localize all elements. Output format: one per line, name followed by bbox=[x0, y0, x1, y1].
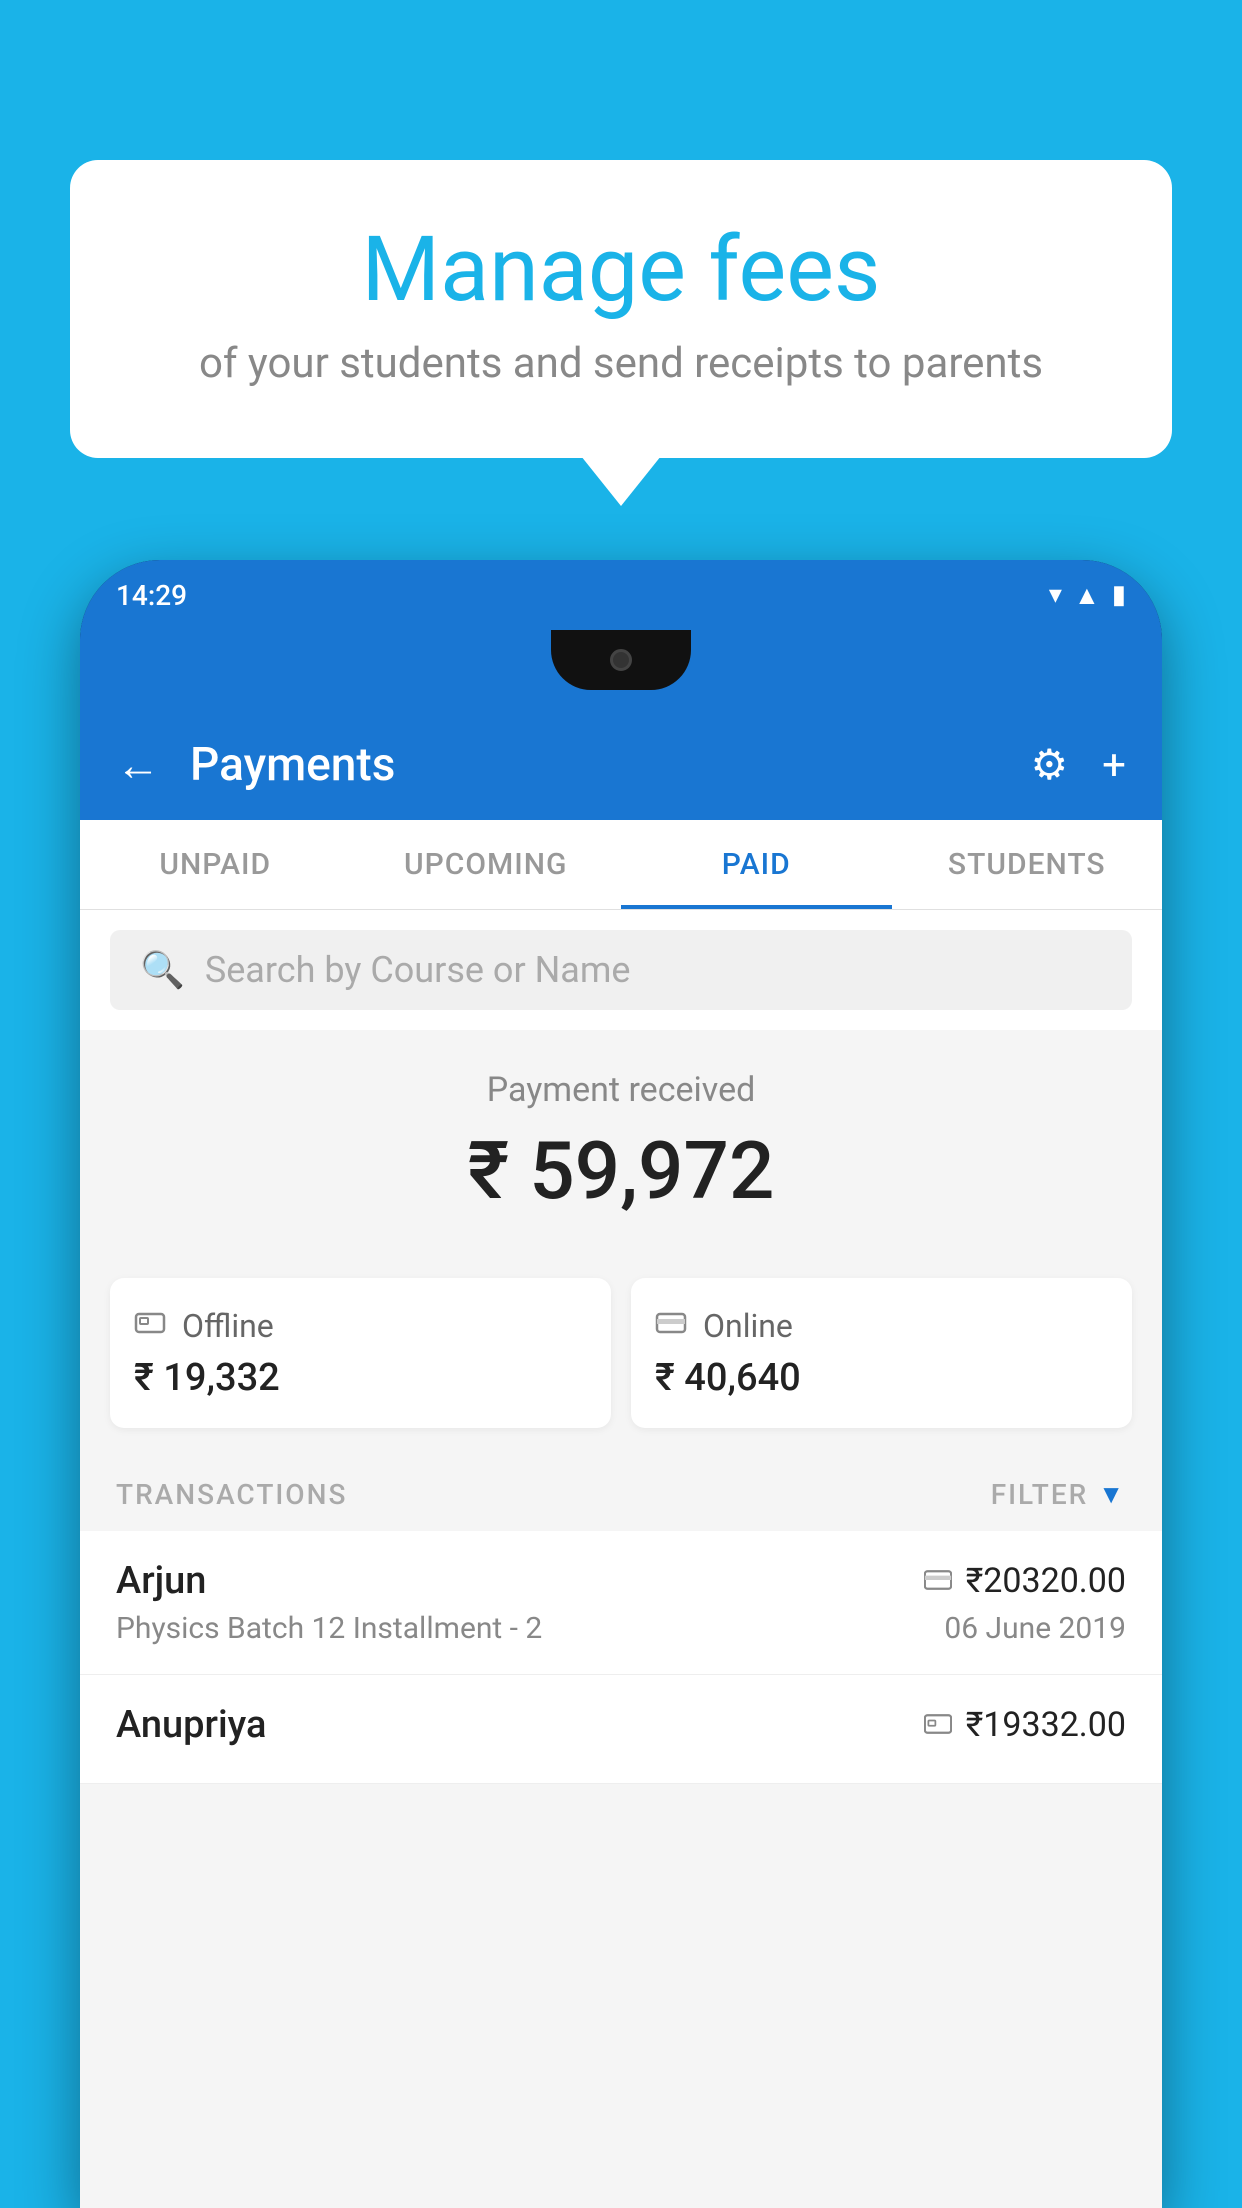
tabs-bar: UNPAID UPCOMING PAID STUDENTS bbox=[80, 820, 1162, 910]
status-icons: ▾ ▲ ▮ bbox=[1049, 580, 1126, 611]
transaction-date: 06 June 2019 bbox=[944, 1611, 1126, 1646]
transactions-header: TRANSACTIONS FILTER ▼ bbox=[80, 1458, 1162, 1531]
transaction-row-bottom: Physics Batch 12 Installment - 2 06 June… bbox=[116, 1611, 1126, 1646]
battery-icon: ▮ bbox=[1112, 580, 1126, 610]
signal-icon: ▲ bbox=[1074, 580, 1100, 611]
offline-amount: ₹ 19,332 bbox=[134, 1356, 587, 1400]
tab-paid[interactable]: PAID bbox=[621, 820, 892, 909]
camera bbox=[610, 649, 632, 671]
app-header: ← Payments ⚙ + bbox=[80, 710, 1162, 820]
speech-bubble: Manage fees of your students and send re… bbox=[70, 160, 1172, 458]
filter-icon: ▼ bbox=[1098, 1479, 1126, 1510]
transaction-row-top: Arjun ₹20320.00 bbox=[116, 1559, 1126, 1603]
search-input[interactable]: Search by Course or Name bbox=[205, 949, 631, 991]
transaction-student-name: Anupriya bbox=[116, 1703, 266, 1747]
filter-button[interactable]: FILTER ▼ bbox=[991, 1478, 1126, 1511]
notch bbox=[551, 630, 691, 690]
notch-area bbox=[80, 630, 1162, 710]
search-bar[interactable]: 🔍 Search by Course or Name bbox=[110, 930, 1132, 1010]
transaction-amount: ₹19332.00 bbox=[966, 1705, 1126, 1745]
transaction-row-top: Anupriya ₹19332.00 bbox=[116, 1703, 1126, 1747]
payment-cards: Offline ₹ 19,332 Online ₹ 40,640 bbox=[80, 1278, 1162, 1458]
online-payment-icon bbox=[924, 1565, 952, 1598]
add-icon[interactable]: + bbox=[1102, 741, 1126, 790]
speech-bubble-title: Manage fees bbox=[120, 220, 1122, 319]
online-label: Online bbox=[703, 1307, 793, 1345]
settings-icon[interactable]: ⚙ bbox=[1031, 740, 1069, 790]
tab-upcoming[interactable]: UPCOMING bbox=[351, 820, 622, 909]
offline-payment-icon bbox=[924, 1709, 952, 1742]
transaction-detail: Physics Batch 12 Installment - 2 bbox=[116, 1611, 542, 1646]
transactions-label: TRANSACTIONS bbox=[116, 1478, 347, 1511]
transaction-amount-wrap: ₹20320.00 bbox=[924, 1561, 1126, 1601]
filter-label: FILTER bbox=[991, 1478, 1089, 1511]
search-container: 🔍 Search by Course or Name bbox=[80, 910, 1162, 1030]
online-card-header: Online bbox=[655, 1306, 1108, 1346]
phone-frame: 14:29 ▾ ▲ ▮ ← Payments ⚙ + UNPAID UPCOMI… bbox=[80, 560, 1162, 2208]
wifi-icon: ▾ bbox=[1049, 580, 1062, 610]
payment-total-amount: ₹ 59,972 bbox=[110, 1124, 1132, 1218]
offline-card: Offline ₹ 19,332 bbox=[110, 1278, 611, 1428]
status-time: 14:29 bbox=[116, 579, 187, 612]
card-icon bbox=[655, 1306, 687, 1346]
app-title: Payments bbox=[190, 738, 1001, 792]
transaction-student-name: Arjun bbox=[116, 1559, 206, 1603]
back-button[interactable]: ← bbox=[116, 739, 160, 791]
transaction-amount-wrap: ₹19332.00 bbox=[924, 1705, 1126, 1745]
online-card: Online ₹ 40,640 bbox=[631, 1278, 1132, 1428]
tab-unpaid[interactable]: UNPAID bbox=[80, 820, 351, 909]
tab-students[interactable]: STUDENTS bbox=[892, 820, 1163, 909]
status-bar: 14:29 ▾ ▲ ▮ bbox=[80, 560, 1162, 630]
offline-icon bbox=[134, 1306, 166, 1346]
transactions-list: Arjun ₹20320.00 Physics Batch 12 Install… bbox=[80, 1531, 1162, 1784]
search-icon: 🔍 bbox=[140, 949, 185, 991]
header-icons: ⚙ + bbox=[1031, 740, 1127, 790]
offline-card-header: Offline bbox=[134, 1306, 587, 1346]
table-row[interactable]: Anupriya ₹19332.00 bbox=[80, 1675, 1162, 1784]
payment-summary: Payment received ₹ 59,972 bbox=[80, 1030, 1162, 1278]
payment-received-label: Payment received bbox=[110, 1070, 1132, 1110]
transaction-amount: ₹20320.00 bbox=[966, 1561, 1126, 1601]
phone-content: 🔍 Search by Course or Name Payment recei… bbox=[80, 910, 1162, 2208]
offline-label: Offline bbox=[182, 1307, 274, 1345]
table-row[interactable]: Arjun ₹20320.00 Physics Batch 12 Install… bbox=[80, 1531, 1162, 1675]
speech-bubble-subtitle: of your students and send receipts to pa… bbox=[120, 339, 1122, 388]
online-amount: ₹ 40,640 bbox=[655, 1356, 1108, 1400]
